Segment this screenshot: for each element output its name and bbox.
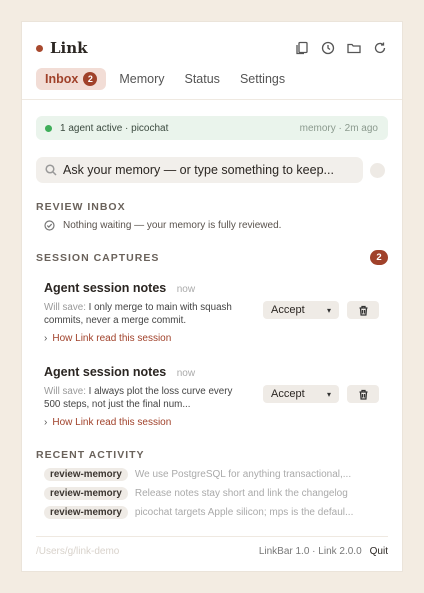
search-input[interactable]: Ask your memory — or type something to k…: [36, 157, 363, 183]
how-link-read-toggle[interactable]: › How Link read this session: [44, 417, 388, 428]
accept-dropdown[interactable]: Accept ▾: [263, 301, 339, 319]
capture-body: Will save: I only merge to main with squ…: [44, 302, 244, 327]
brand-dot: [36, 44, 43, 52]
chevron-right-icon: ›: [44, 417, 48, 428]
capture-title: Agent session notes: [44, 281, 167, 295]
tab-inbox-badge: 2: [83, 72, 98, 86]
activity-tag: review-memory: [44, 506, 128, 519]
will-save-label: Will save:: [44, 302, 86, 313]
check-circle-icon: [44, 220, 55, 231]
delete-button[interactable]: [347, 385, 379, 403]
trash-icon: [359, 389, 367, 400]
activity-text: Release notes stay short and link the ch…: [134, 488, 348, 499]
review-inbox-empty-text: Nothing waiting — your memory is fully r…: [63, 220, 282, 231]
search-icon: [45, 164, 57, 176]
header: Link: [36, 38, 388, 58]
search-input-text: Ask your memory — or type something to k…: [63, 163, 334, 177]
tab-memory[interactable]: Memory: [112, 68, 171, 90]
tab-bar: Inbox 2 Memory Status Settings: [36, 68, 292, 90]
review-inbox-heading: REVIEW INBOX: [36, 201, 126, 213]
refresh-icon[interactable]: [372, 40, 388, 56]
review-inbox-empty: Nothing waiting — your memory is fully r…: [44, 220, 281, 231]
header-divider: [22, 99, 402, 100]
recent-activity-heading: RECENT ACTIVITY: [36, 449, 145, 461]
capture-title: Agent session notes: [44, 365, 167, 379]
chevron-right-icon: ›: [44, 333, 48, 344]
how-link-read-label: How Link read this session: [52, 333, 172, 344]
version-text: LinkBar 1.0 · Link 2.0.0: [258, 545, 362, 557]
activity-row[interactable]: review-memory We use PostgreSQL for anyt…: [44, 468, 384, 481]
how-link-read-toggle[interactable]: › How Link read this session: [44, 333, 388, 344]
accept-label: Accept: [271, 304, 305, 316]
activity-text: picochat targets Apple silicon; mps is t…: [134, 507, 354, 518]
trash-icon: [359, 305, 367, 316]
capture-time: now: [176, 368, 196, 379]
capture-body: Will save: I always plot the loss curve …: [44, 386, 244, 411]
tab-inbox[interactable]: Inbox 2: [36, 68, 107, 90]
session-captures-heading: SESSION CAPTURES: [36, 252, 160, 264]
footer: /Users/g/link-demo LinkBar 1.0 · Link 2.…: [36, 544, 388, 558]
folder-icon[interactable]: [346, 40, 362, 56]
status-text: 1 agent active · picochat: [60, 122, 169, 134]
agent-status-bar: 1 agent active · picochat memory · 2m ag…: [36, 116, 388, 140]
delete-button[interactable]: [347, 301, 379, 319]
chevron-down-icon: ▾: [326, 389, 331, 399]
link-panel: Link Inbox 2 Memory Status Settings 1 ag…: [22, 22, 402, 571]
chevron-down-icon: ▾: [326, 305, 331, 315]
session-captures-count: 2: [370, 250, 388, 265]
send-button[interactable]: [370, 163, 385, 178]
tab-status[interactable]: Status: [178, 68, 227, 90]
copy-icon[interactable]: [294, 40, 310, 56]
status-updated: memory · 2m ago: [299, 122, 378, 134]
activity-text: We use PostgreSQL for anything transacti…: [134, 469, 352, 480]
app-title: Link: [50, 39, 88, 57]
footer-divider: [36, 536, 388, 537]
tab-settings[interactable]: Settings: [233, 68, 292, 90]
session-capture-card: Agent session notes now Will save: I onl…: [44, 279, 388, 344]
accept-dropdown[interactable]: Accept ▾: [263, 385, 339, 403]
header-actions: [294, 40, 388, 56]
activity-row[interactable]: review-memory Release notes stay short a…: [44, 487, 384, 500]
history-clock-icon[interactable]: [320, 40, 336, 56]
session-capture-card: Agent session notes now Will save: I alw…: [44, 363, 388, 428]
quit-button[interactable]: Quit: [370, 546, 388, 557]
activity-tag: review-memory: [44, 487, 128, 500]
capture-time: now: [176, 284, 196, 295]
tab-inbox-label: Inbox: [45, 72, 79, 86]
activity-tag: review-memory: [44, 468, 128, 481]
workspace-path: /Users/g/link-demo: [36, 545, 120, 557]
activity-row[interactable]: review-memory picochat targets Apple sil…: [44, 506, 384, 519]
status-dot: [45, 124, 52, 132]
how-link-read-label: How Link read this session: [52, 417, 172, 428]
will-save-label: Will save:: [44, 386, 86, 397]
accept-label: Accept: [271, 388, 305, 400]
